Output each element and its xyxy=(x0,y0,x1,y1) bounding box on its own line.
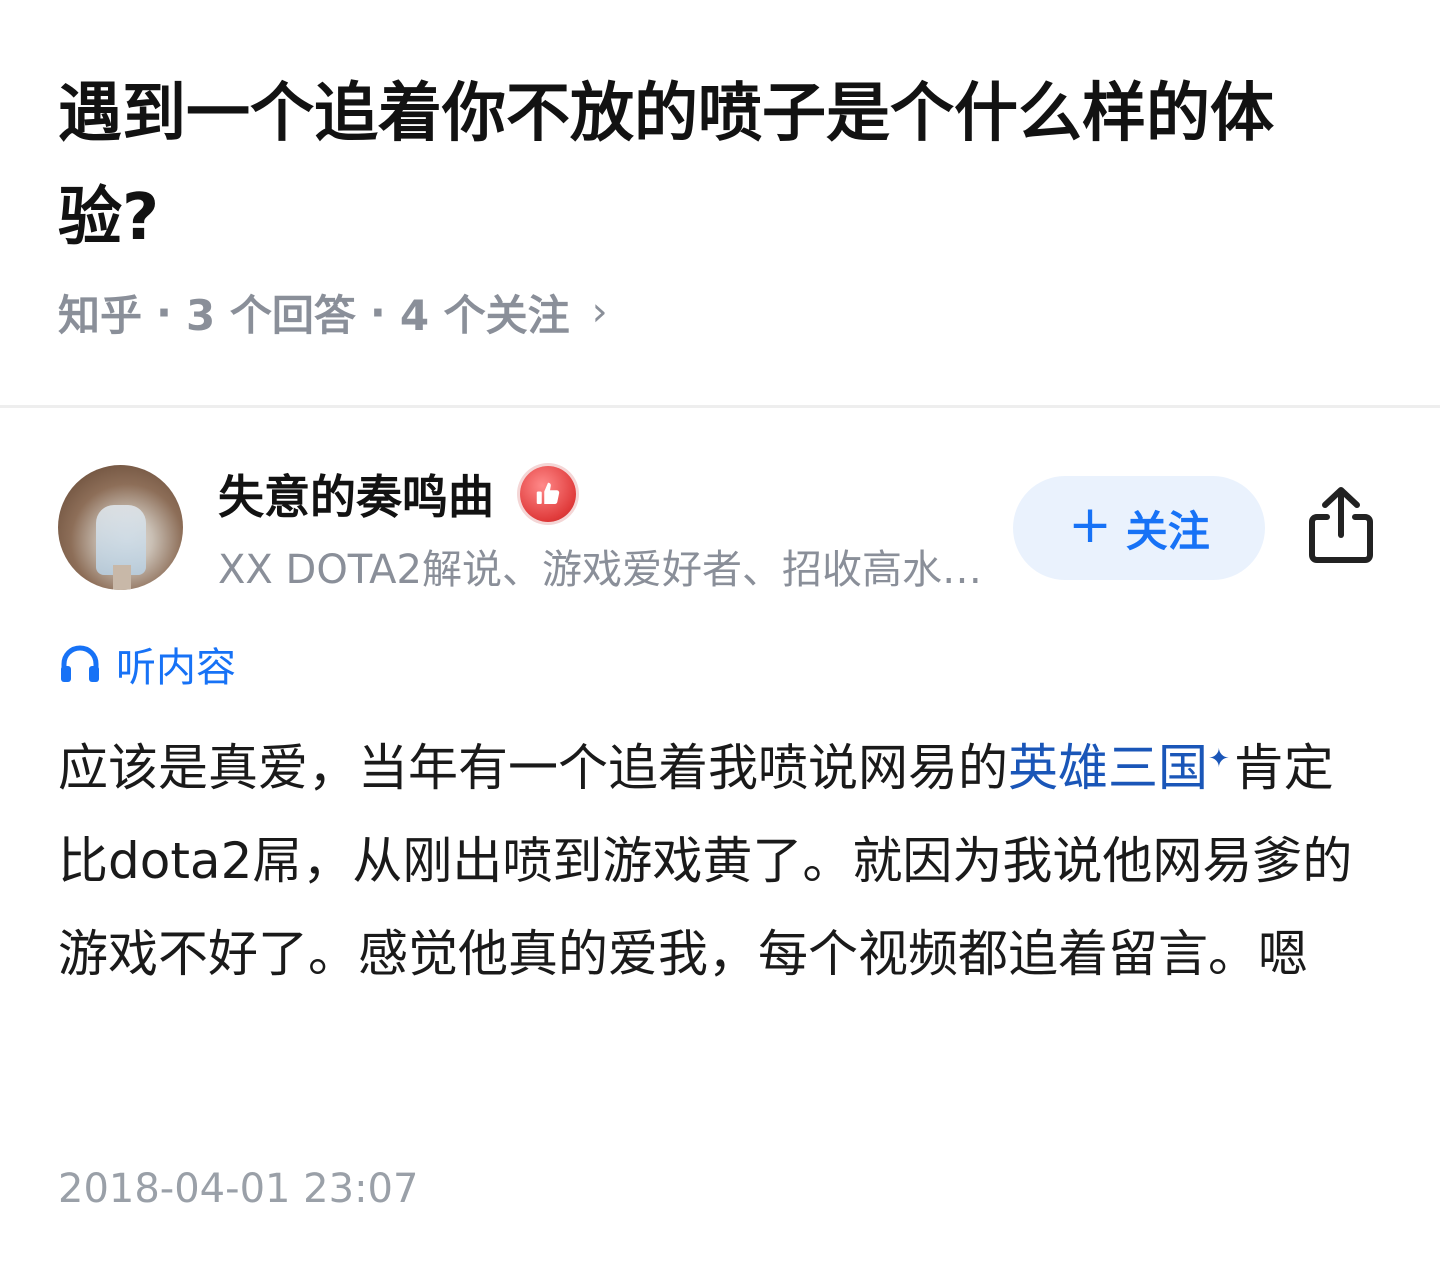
follower-count: 4 个关注 xyxy=(399,290,570,340)
follow-label: 关注 xyxy=(1125,506,1210,556)
question-title[interactable]: 遇到一个追着你不放的喷子是个什么样的体验? xyxy=(58,62,1358,270)
keyword-link[interactable]: 英雄三国 xyxy=(1008,739,1208,797)
answer-text: 应该是真爱，当年有一个追着我喷说网易的 xyxy=(58,739,1008,797)
meta-separator: · xyxy=(369,287,386,337)
author-name[interactable]: 失意的奏鸣曲 xyxy=(218,461,494,527)
headphones-icon xyxy=(61,645,99,682)
meta-separator: · xyxy=(156,287,172,337)
author-name-row[interactable]: 失意的奏鸣曲 xyxy=(218,462,576,526)
avatar[interactable] xyxy=(58,465,183,590)
listen-label: 听内容 xyxy=(116,645,236,691)
share-icon[interactable] xyxy=(1305,485,1377,565)
divider xyxy=(0,405,1440,408)
answer-content: 应该是真爱，当年有一个追着我喷说网易的英雄三国✦肯定比dota2屌，从刚出喷到游… xyxy=(58,722,1378,1001)
author-bio: XX DOTA2解说、游戏爱好者、招收高水平菠菜号... xyxy=(218,547,988,593)
answer-timestamp: 2018-04-01 23:07 xyxy=(58,1166,419,1212)
chevron-right-icon: › xyxy=(591,289,608,335)
plus-icon: + xyxy=(1068,495,1112,555)
question-meta[interactable]: 知乎 · 3 个回答 · 4 个关注 › xyxy=(58,282,608,342)
avatar-figure-legs xyxy=(113,565,131,590)
answer-count: 3 个回答 xyxy=(185,290,356,340)
source-label: 知乎 xyxy=(58,290,143,340)
follow-button[interactable]: + 关注 xyxy=(1013,476,1265,580)
listen-content-button[interactable]: 听内容 xyxy=(58,634,236,694)
thumbs-up-badge-icon xyxy=(520,466,576,522)
sparkle-icon: ✦ xyxy=(1208,744,1230,775)
